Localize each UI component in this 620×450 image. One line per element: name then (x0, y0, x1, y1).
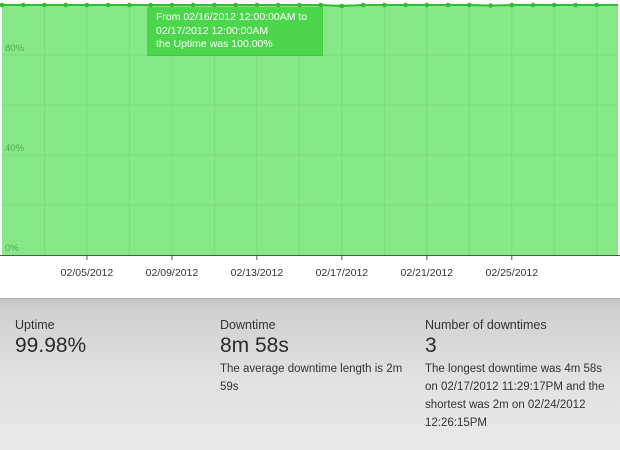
uptime-line (2, 4, 618, 8)
downtime-count-label: Number of downtimes (425, 318, 547, 332)
downtime-label: Downtime (220, 318, 276, 332)
x-tick-label: 02/09/2012 (146, 267, 199, 279)
data-point (509, 2, 515, 8)
y-tick-label: 40% (5, 143, 25, 154)
data-point (105, 2, 111, 8)
x-tick-label: 02/17/2012 (316, 267, 369, 279)
downtime-value: 8m 58s (220, 334, 289, 357)
data-point (424, 2, 430, 8)
downtime-count-note: The longest downtime was 4m 58s on 02/17… (425, 363, 605, 429)
data-point (403, 2, 408, 8)
y-tick-label: 0% (5, 243, 19, 254)
downtime-count-value: 3 (425, 334, 437, 357)
tooltip-line: From 02/16/2012 12:00:00AM to (156, 11, 308, 23)
data-point (551, 2, 557, 8)
data-point (84, 2, 90, 8)
tooltip-line: 02/17/2012 12:00:00AM (156, 24, 269, 37)
y-tick-label: 80% (5, 43, 25, 54)
data-point (20, 2, 26, 8)
data-point (339, 3, 345, 9)
uptime-label: Uptime (15, 318, 55, 332)
data-point (445, 2, 451, 8)
downtime-stat: Downtime 8m 58s The average downtime len… (220, 318, 410, 396)
x-tick-label: 02/05/2012 (61, 267, 114, 279)
data-point (530, 2, 536, 8)
data-point (573, 2, 578, 8)
chart-tooltip: From 02/16/2012 12:00:00AM to 02/17/2012… (147, 7, 323, 56)
uptime-value: 99.98% (15, 334, 87, 357)
data-point (127, 2, 132, 8)
uptime-stat: Uptime 99.98% (15, 318, 195, 358)
data-point (488, 3, 493, 8)
data-point (594, 2, 600, 8)
downtime-count-stat: Number of downtimes 3 The longest downti… (425, 318, 615, 432)
data-point (42, 2, 47, 8)
downtime-note: The average downtime length is 2m 59s (220, 363, 403, 393)
data-point (360, 2, 366, 8)
uptime-chart: 02/05/2012 02/09/2012 02/13/2012 02/17/2012… (0, 0, 620, 298)
x-tick-label: 02/13/2012 (231, 267, 284, 279)
data-point (467, 2, 472, 8)
tooltip-line: the Uptime was 100.00% (156, 38, 273, 50)
x-tick-label: 02/25/2012 (486, 267, 539, 279)
x-tick-label: 02/21/2012 (401, 267, 454, 279)
stats-panel: Uptime 99.98% Downtime 8m 58s The averag… (0, 298, 620, 450)
data-point (382, 2, 387, 8)
data-point (63, 2, 69, 8)
